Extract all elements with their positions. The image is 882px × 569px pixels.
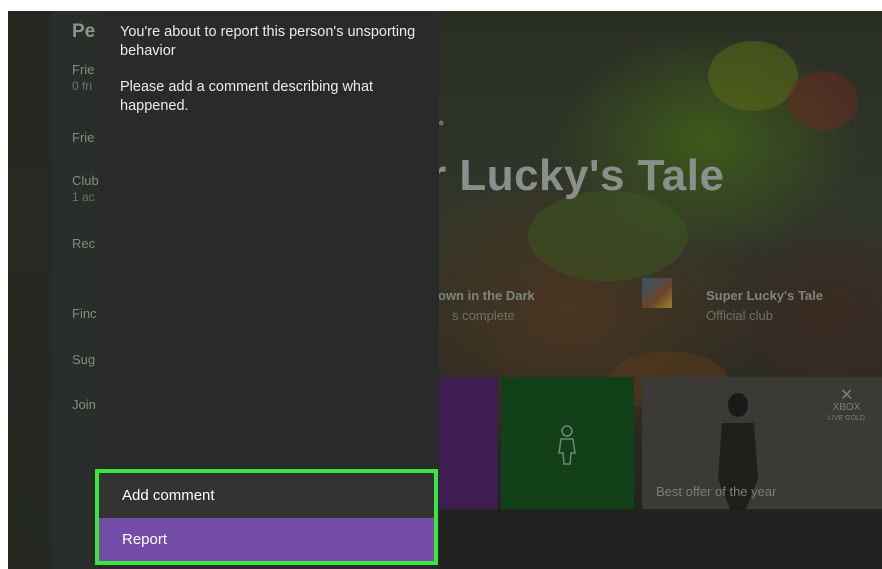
dialog-body: Please add a comment describing what hap… [120, 79, 374, 114]
background-foliage [708, 41, 798, 111]
xbox-live-gold-logo: XBOX LIVE GOLD [828, 403, 865, 424]
recent-item[interactable]: Rec [72, 236, 95, 251]
activity-subtitle: s complete [452, 308, 515, 323]
xbox-logo-text: XBOX [832, 402, 861, 413]
friends-item-2[interactable]: Frie [72, 130, 94, 145]
clubs-count: 1 ac [72, 190, 95, 204]
xbox-logo-subtext: LIVE GOLD [828, 415, 865, 422]
friends-item[interactable]: Frie [72, 62, 94, 77]
xbox-screen: Pe Frie 0 fri Frie Club 1 ac Rec Finc Su… [8, 11, 882, 569]
clubs-item[interactable]: Club [72, 173, 99, 188]
club-subtitle: Official club [706, 308, 773, 323]
game-title: er Lucky's Tale [404, 151, 725, 200]
background-mushroom [788, 71, 858, 131]
friends-count: 0 fri [72, 79, 93, 93]
find-item[interactable]: Finc [72, 306, 97, 321]
suggested-item[interactable]: Sug [72, 352, 95, 367]
dialog-heading: You're about to report this person's uns… [120, 24, 416, 59]
left-rail [8, 11, 52, 569]
activity-title: own in the Dark [438, 288, 535, 303]
background-hill [528, 191, 688, 281]
people-panel-title: Pe [72, 21, 96, 42]
offer-text: Best offer of the year [656, 484, 777, 499]
report-label: Report [122, 531, 168, 548]
club-thumbnail [642, 278, 672, 308]
add-comment-label: Add comment [122, 487, 215, 504]
avatar-icon [558, 425, 576, 465]
add-comment-button[interactable]: Add comment [99, 473, 434, 518]
report-button[interactable]: Report [99, 518, 434, 561]
club-title: Super Lucky's Tale [706, 288, 824, 303]
join-item[interactable]: Join [72, 397, 96, 412]
